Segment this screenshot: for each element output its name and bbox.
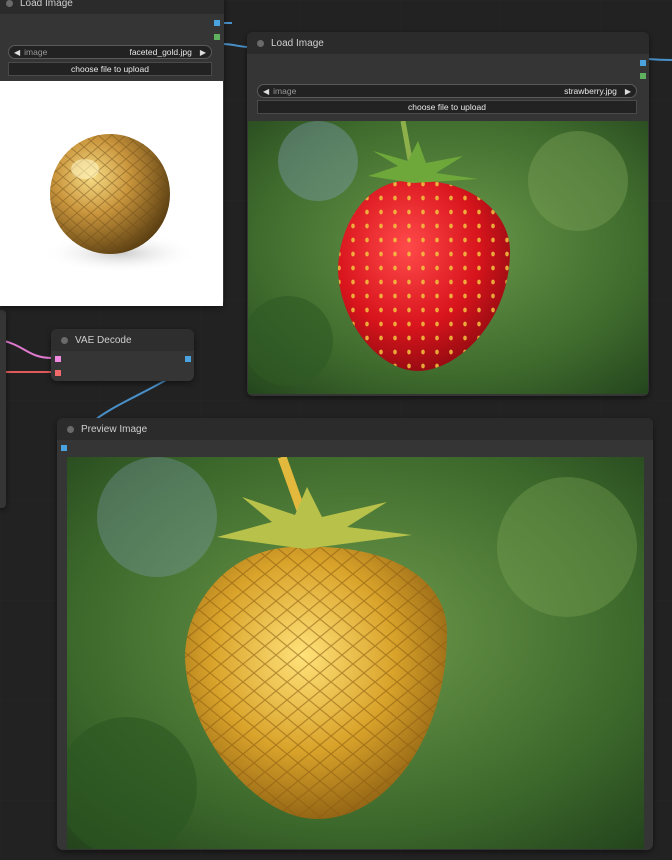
node-title-bar[interactable]: Load Image <box>0 0 224 14</box>
preview-image-node[interactable]: Preview Image <box>57 418 653 850</box>
image-combo-widget[interactable]: ◀ image faceted_gold.jpg ▶ <box>8 45 212 59</box>
link-image-3 <box>647 58 672 61</box>
node-title: Preview Image <box>81 423 148 435</box>
collapse-dot-icon[interactable] <box>61 336 68 344</box>
collapse-dot-icon[interactable] <box>67 425 74 433</box>
node-title: VAE Decode <box>75 334 132 346</box>
load-image-node-2[interactable]: Load Image ◀ image strawberry.jpg ▶ choo… <box>247 32 649 396</box>
combo-value: strawberry.jpg <box>564 86 617 96</box>
collapse-dot-icon[interactable] <box>257 39 264 47</box>
load-image-node-1[interactable]: Load Image ◀ image faceted_gold.jpg ▶ ch… <box>0 0 224 306</box>
collapse-dot-icon[interactable] <box>6 0 13 7</box>
link-image-decoded <box>94 379 167 421</box>
golden-strawberry-image <box>67 457 644 849</box>
output-image-slot[interactable] <box>185 356 191 362</box>
output-mask-slot[interactable] <box>214 34 220 40</box>
combo-next-icon[interactable]: ▶ <box>625 87 631 96</box>
link-image-1 <box>221 43 251 48</box>
input-samples-slot[interactable] <box>55 356 61 362</box>
combo-label: image <box>24 47 48 57</box>
strawberry-image <box>248 121 648 394</box>
vae-decode-node[interactable]: VAE Decode <box>51 329 194 381</box>
input-vae-slot[interactable] <box>55 370 61 376</box>
combo-value: faceted_gold.jpg <box>129 47 192 57</box>
combo-label: image <box>273 86 297 96</box>
gold-sphere-image <box>42 134 198 273</box>
image-preview-strawberry <box>248 121 648 394</box>
node-title-bar[interactable]: Load Image <box>247 32 649 54</box>
image-preview-faceted-gold <box>0 81 223 306</box>
node-title-bar[interactable]: VAE Decode <box>51 329 194 351</box>
combo-next-icon[interactable]: ▶ <box>200 48 206 57</box>
combo-prev-icon[interactable]: ◀ <box>14 48 20 57</box>
node-title-bar[interactable]: Preview Image <box>57 418 653 440</box>
link-latent <box>0 339 53 359</box>
node-title: Load Image <box>271 37 324 49</box>
upload-button[interactable]: choose file to upload <box>257 100 637 114</box>
node-title: Load Image <box>20 0 73 9</box>
output-image-slot[interactable] <box>640 60 646 66</box>
preview-output-image <box>67 457 644 849</box>
upload-button[interactable]: choose file to upload <box>8 62 212 76</box>
image-combo-widget[interactable]: ◀ image strawberry.jpg ▶ <box>257 84 637 98</box>
input-images-slot[interactable] <box>61 445 67 451</box>
output-mask-slot[interactable] <box>640 73 646 79</box>
combo-prev-icon[interactable]: ◀ <box>263 87 269 96</box>
output-image-slot[interactable] <box>214 20 220 26</box>
partial-node-left[interactable] <box>0 310 6 508</box>
